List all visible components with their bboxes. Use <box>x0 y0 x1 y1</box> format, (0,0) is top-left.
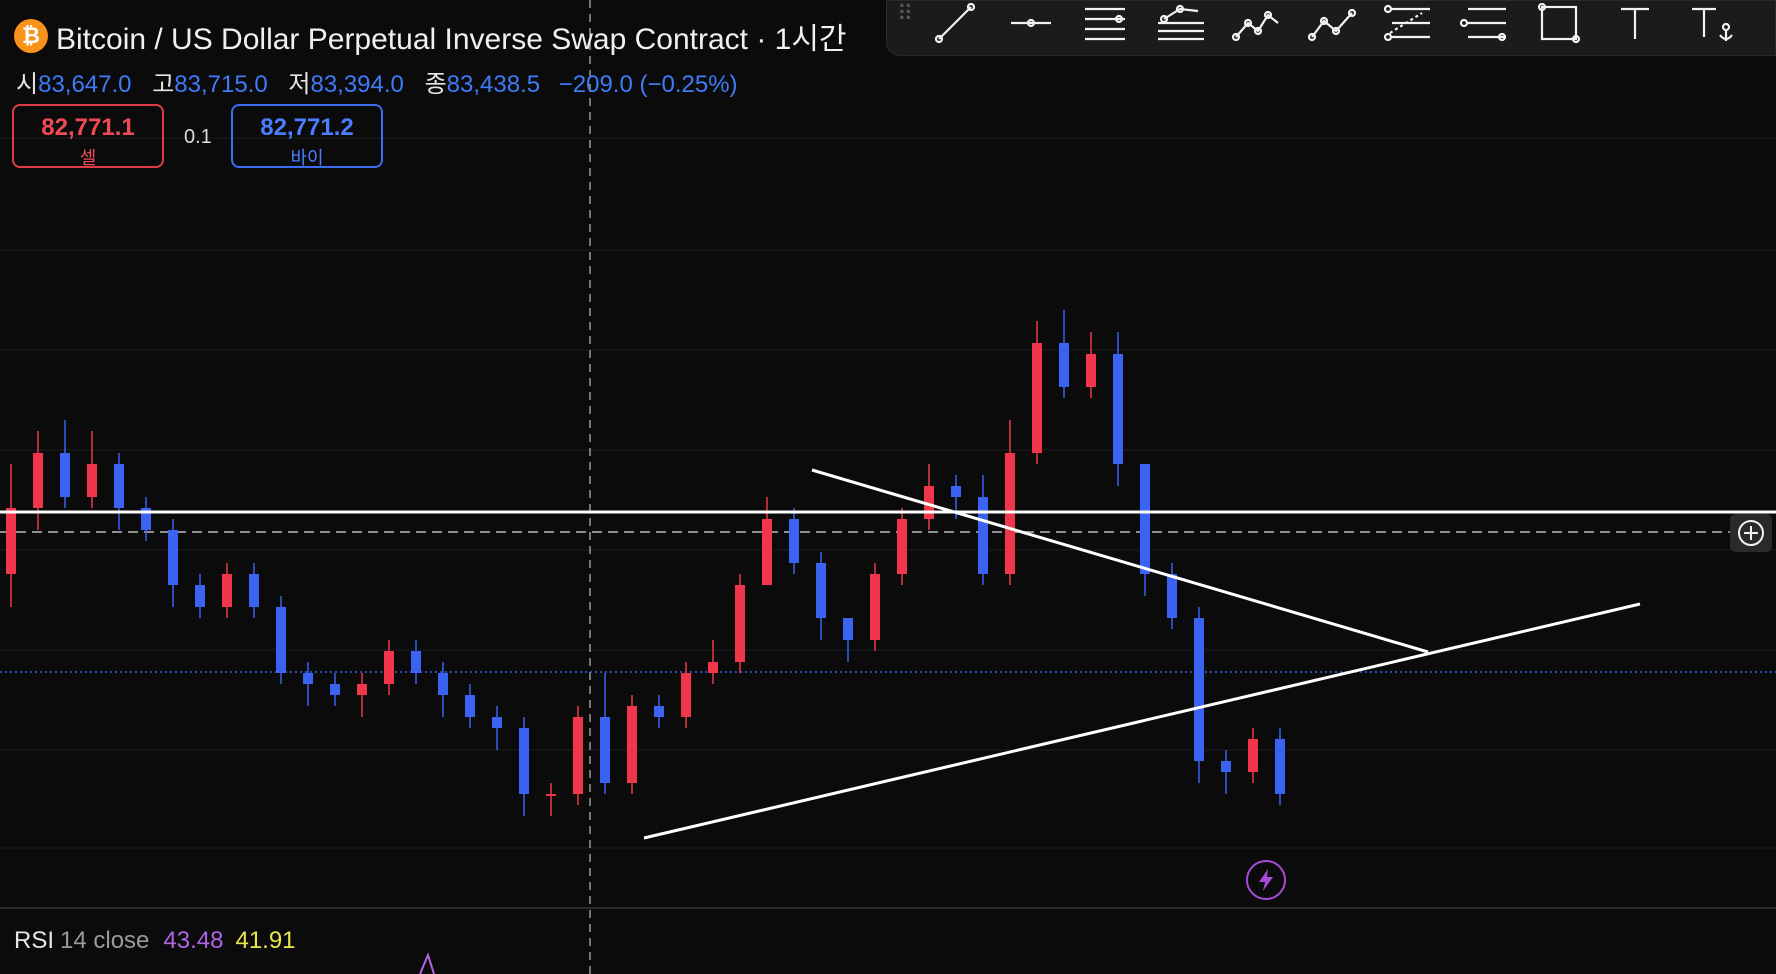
candle-body <box>357 684 367 695</box>
candle-body <box>1194 618 1204 761</box>
candle-body <box>276 607 286 673</box>
sell-button[interactable]: 82,771.1 셀 <box>12 104 164 168</box>
rsi-legend[interactable]: RSI 14 close 43.48 41.91 <box>14 927 296 955</box>
anchored-text-icon[interactable] <box>1683 1 1739 45</box>
low-value: 83,394.0 <box>310 71 404 98</box>
high-label: 고 <box>152 71 175 98</box>
high-value: 83,715.0 <box>174 71 268 98</box>
candle-body <box>816 563 826 618</box>
rsi-value: 43.48 <box>163 927 224 954</box>
rsi-line <box>419 952 435 974</box>
order-quantity[interactable]: 0.1 <box>184 126 212 149</box>
candle-body <box>1221 761 1231 772</box>
candle-body <box>897 519 907 574</box>
ohlc-readout: 시83,647.0 고83,715.0 저83,394.0 종83,438.5 … <box>14 64 738 99</box>
triangle-lower-trendline <box>643 602 1641 840</box>
candle-body <box>1059 343 1069 387</box>
regression-channel-icon[interactable] <box>1153 1 1209 45</box>
rsi-ma-value: 41.91 <box>235 927 296 954</box>
fib-retracement-icon[interactable] <box>1379 1 1435 45</box>
drawing-toolbar: ⠿ <box>886 0 1776 56</box>
candle-body <box>384 651 394 684</box>
candle-body <box>330 684 340 695</box>
bitcoin-icon: ₿ <box>14 19 48 53</box>
candle-body <box>1032 343 1042 453</box>
candle-body <box>573 717 583 794</box>
buy-button[interactable]: 82,771.2 바이 <box>231 104 383 168</box>
parallel-channel-icon[interactable] <box>1077 1 1133 45</box>
candles <box>6 310 1285 816</box>
plus-circle-icon <box>1738 520 1764 546</box>
buy-price: 82,771.2 <box>260 114 354 141</box>
candle-body <box>411 651 421 673</box>
drag-handle-icon[interactable]: ⠿ <box>897 3 915 25</box>
candle-body <box>708 662 718 673</box>
candle-body <box>438 673 448 695</box>
abcd-pattern-icon[interactable] <box>1305 1 1361 45</box>
horizontal-ray-icon[interactable] <box>1003 1 1059 45</box>
symbol-title: Bitcoin / US Dollar Perpetual Inverse Sw… <box>56 23 847 56</box>
lightning-icon <box>1259 869 1273 891</box>
candle-body <box>762 519 772 585</box>
symbol-header[interactable]: ₿ Bitcoin / US Dollar Perpetual Inverse … <box>14 14 847 58</box>
sell-price: 82,771.1 <box>41 114 135 141</box>
low-label: 저 <box>288 71 311 98</box>
open-label: 시 <box>16 71 39 98</box>
candle-body <box>114 464 124 508</box>
buy-label: 바이 <box>290 148 324 168</box>
candle-body <box>951 486 961 497</box>
candle-body <box>87 464 97 497</box>
candle-body <box>1275 739 1285 794</box>
candle-body <box>654 706 664 717</box>
quick-action-button[interactable] <box>1246 860 1286 900</box>
candle-body <box>681 673 691 717</box>
rectangle-icon[interactable] <box>1531 1 1587 45</box>
close-value: 83,438.5 <box>446 71 541 98</box>
candle-body <box>870 574 880 640</box>
candle-body <box>6 508 16 574</box>
candle-body <box>546 794 556 796</box>
candle-body <box>222 574 232 607</box>
text-icon[interactable] <box>1607 1 1663 45</box>
candle-body <box>600 717 610 783</box>
candle-body <box>1140 464 1150 574</box>
candle-body <box>1248 739 1258 772</box>
candle-body <box>978 497 988 574</box>
xabcd-pattern-icon[interactable] <box>1229 1 1285 45</box>
candle-body <box>303 673 313 684</box>
candle-body <box>168 530 178 585</box>
candle-body <box>249 574 259 607</box>
open-value: 83,647.0 <box>38 71 132 98</box>
sell-label: 셀 <box>79 148 97 168</box>
rsi-params: 14 close <box>60 927 150 954</box>
price-change: −209.0 (−0.25%) <box>558 71 738 98</box>
candle-body <box>735 585 745 662</box>
candle-body <box>519 728 529 794</box>
candle-body <box>789 519 799 563</box>
candle-body <box>843 618 853 640</box>
trend-line-icon[interactable] <box>927 1 983 45</box>
candle-body <box>1086 354 1096 387</box>
candle-body <box>1167 574 1177 618</box>
candle-body <box>60 453 70 497</box>
add-price-line-button[interactable] <box>1730 514 1772 552</box>
candle-body <box>492 717 502 728</box>
candle-body <box>1113 354 1123 464</box>
fib-extension-icon[interactable] <box>1455 1 1511 45</box>
close-label: 종 <box>424 71 447 98</box>
candle-body <box>627 706 637 783</box>
candle-body <box>33 453 43 508</box>
candle-body <box>195 585 205 607</box>
candle-body <box>465 695 475 717</box>
rsi-name: RSI <box>14 927 55 954</box>
